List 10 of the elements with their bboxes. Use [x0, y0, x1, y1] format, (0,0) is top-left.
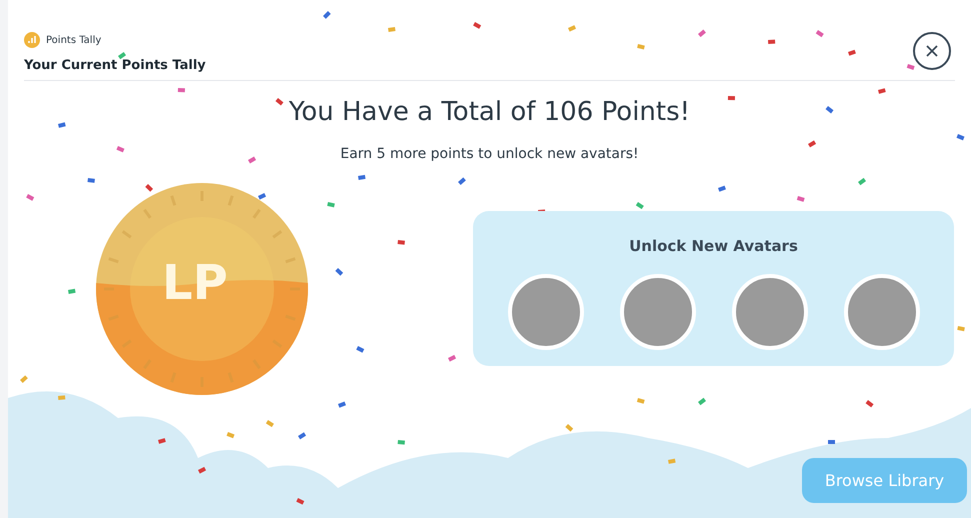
- browse-library-button[interactable]: Browse Library: [802, 458, 967, 503]
- bar-chart-icon: [24, 32, 40, 48]
- close-button[interactable]: [913, 32, 951, 70]
- panel-title: Your Current Points Tally: [24, 57, 206, 75]
- app-label: Points Tally: [46, 34, 102, 48]
- headline: You Have a Total of 106 Points!: [288, 96, 690, 128]
- coin-label: LP: [162, 258, 228, 306]
- close-icon: [926, 45, 938, 57]
- subtitle: Earn 5 more points to unlock new avatars!: [340, 144, 639, 164]
- unlock-title: Unlock New Avatars: [629, 236, 798, 257]
